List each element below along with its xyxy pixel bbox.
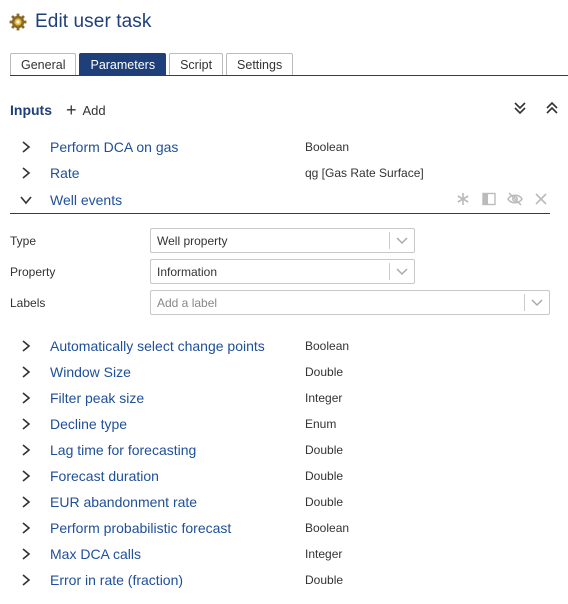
param-row[interactable]: Error in rate (fraction) Double [10,568,560,592]
param-type: qg [Gas Rate Surface] [305,166,424,180]
param-name[interactable]: EUR abandonment rate [50,494,305,510]
param-row-expanded[interactable]: Well events [10,187,550,214]
param-name[interactable]: Error in rate (fraction) [50,572,305,588]
collapse-all-icon[interactable] [544,98,560,118]
chevron-down-icon[interactable] [18,192,34,208]
add-input-button[interactable]: + Add [66,101,106,119]
labels-select[interactable]: Add a label [150,290,550,315]
param-row[interactable]: Perform probabilistic forecast Boolean [10,516,560,540]
param-type: Double [305,495,344,509]
param-name[interactable]: Window Size [50,364,305,380]
param-type: Boolean [305,140,350,154]
chevron-right-icon[interactable] [18,494,34,510]
tab-script[interactable]: Script [169,53,224,75]
labels-label: Labels [10,296,46,310]
chevron-right-icon[interactable] [18,364,34,380]
param-type: Double [305,365,344,379]
param-row[interactable]: Window Size Double [10,360,560,384]
plus-icon: + [66,100,77,120]
chevron-right-icon[interactable] [18,442,34,458]
chevron-right-icon[interactable] [18,139,34,155]
param-name[interactable]: Decline type [50,416,305,432]
tab-general[interactable]: General [10,53,77,75]
chevron-down-icon [390,236,414,245]
param-name[interactable]: Lag time for forecasting [50,442,305,458]
param-type: Enum [305,417,337,431]
param-name[interactable]: Perform probabilistic forecast [50,520,305,536]
param-type: Double [305,469,344,483]
inputs-toolbar: Inputs + Add [10,98,560,122]
param-row[interactable]: Max DCA calls Integer [10,542,560,566]
property-select[interactable]: Information [150,259,415,284]
chevron-right-icon[interactable] [18,390,34,406]
param-row[interactable]: Filter peak size Integer [10,386,560,410]
add-label: Add [82,102,106,118]
param-name[interactable]: Rate [50,165,305,181]
param-type: Boolean [305,339,350,353]
param-row[interactable]: Rate qg [Gas Rate Surface] [10,161,560,185]
chevron-right-icon[interactable] [18,572,34,588]
param-type: Integer [305,547,343,561]
param-row[interactable]: EUR abandonment rate Double [10,490,560,514]
tab-bar: General Parameters Script Settings [10,53,568,76]
type-label: Type [10,234,37,248]
param-row[interactable]: Forecast duration Double [10,464,560,488]
chevron-down-icon [525,298,549,307]
close-icon[interactable] [532,189,550,209]
param-name[interactable]: Forecast duration [50,468,305,484]
expand-all-icon[interactable] [512,98,528,118]
tab-parameters[interactable]: Parameters [79,53,167,75]
type-value: Well property [157,233,228,248]
page-title: Edit user task [35,11,152,32]
chevron-right-icon[interactable] [18,468,34,484]
panel-icon[interactable] [480,189,498,209]
property-label: Property [10,265,56,279]
chevron-down-icon [390,267,414,276]
param-row[interactable]: Automatically select change points Boole… [10,334,560,358]
type-select[interactable]: Well property [150,228,415,253]
tab-settings[interactable]: Settings [226,53,294,75]
param-type: Double [305,443,344,457]
param-row[interactable]: Decline type Enum [10,412,560,436]
gear-icon [9,13,27,31]
param-type: Double [305,573,344,587]
param-type: Integer [305,391,343,405]
chevron-right-icon[interactable] [18,416,34,432]
chevron-right-icon[interactable] [18,546,34,562]
dialog-header: Edit user task [9,8,152,36]
chevron-right-icon[interactable] [18,165,34,181]
param-name[interactable]: Well events [50,192,122,208]
param-name[interactable]: Automatically select change points [50,338,305,354]
chevron-right-icon[interactable] [18,338,34,354]
hidden-eye-icon[interactable] [506,189,524,209]
param-row[interactable]: Perform DCA on gas Boolean [10,135,560,159]
required-asterisk-icon[interactable] [454,189,472,209]
inputs-heading: Inputs [10,102,52,118]
param-row[interactable]: Lag time for forecasting Double [10,438,560,462]
param-type: Boolean [305,521,350,535]
param-name[interactable]: Filter peak size [50,390,305,406]
param-name[interactable]: Max DCA calls [50,546,305,562]
param-name[interactable]: Perform DCA on gas [50,139,305,155]
property-value: Information [157,264,218,279]
chevron-right-icon[interactable] [18,520,34,536]
labels-placeholder: Add a label [157,295,218,310]
